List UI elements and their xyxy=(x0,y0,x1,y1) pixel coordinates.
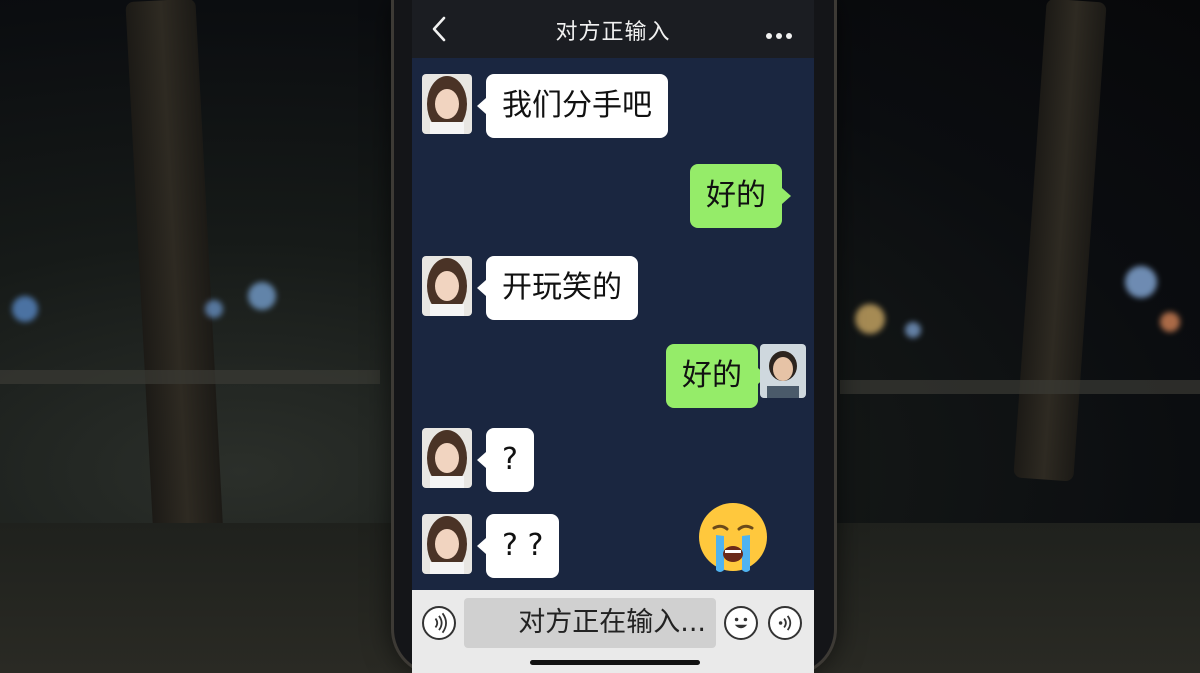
voice-wave-icon[interactable] xyxy=(768,606,802,640)
smiley-icon[interactable] xyxy=(724,606,758,640)
railing xyxy=(840,380,1200,394)
input-bar: 对方正在输入... xyxy=(412,590,814,673)
bokeh-light xyxy=(205,300,223,318)
crying-face-emoji xyxy=(699,503,767,572)
user-avatar[interactable] xyxy=(760,344,806,398)
sent-message-bubble[interactable]: 好的 xyxy=(690,164,791,228)
bokeh-light xyxy=(12,296,38,322)
contact-avatar[interactable] xyxy=(422,74,472,134)
bokeh-light xyxy=(248,282,276,310)
message-list[interactable]: 我们分手吧 好的 开玩笑的 好的 ? ? ? xyxy=(412,58,814,590)
railing xyxy=(0,370,380,384)
received-message-bubble[interactable]: 开玩笑的 xyxy=(477,256,638,320)
contact-avatar[interactable] xyxy=(422,514,472,574)
tree-trunk xyxy=(1013,0,1107,482)
chat-title: 对方正输入 xyxy=(555,20,671,45)
message-input[interactable]: 对方正在输入... xyxy=(464,598,716,648)
bokeh-light xyxy=(855,304,885,334)
received-message-bubble[interactable]: 我们分手吧 xyxy=(477,74,668,138)
voice-icon[interactable] xyxy=(422,606,456,640)
home-indicator xyxy=(530,660,700,665)
contact-avatar[interactable] xyxy=(422,428,472,488)
bokeh-light xyxy=(1125,266,1157,298)
tree-trunk xyxy=(125,0,225,562)
sent-message-bubble[interactable]: 好的 xyxy=(666,344,767,408)
received-message-bubble[interactable]: ? xyxy=(477,428,534,492)
contact-avatar[interactable] xyxy=(422,256,472,316)
more-dots-icon[interactable] xyxy=(766,24,796,39)
bokeh-light xyxy=(905,322,921,338)
bokeh-light xyxy=(1160,312,1180,332)
chat-screen: 对方正输入 我们分手吧 好的 开玩笑的 好的 ? ? ? 对方正在输入... xyxy=(412,0,814,673)
phone: 对方正输入 我们分手吧 好的 开玩笑的 好的 ? ? ? 对方正在输入... xyxy=(394,0,834,673)
chat-header: 对方正输入 xyxy=(412,0,814,58)
received-message-bubble[interactable]: ? ? xyxy=(476,514,560,578)
